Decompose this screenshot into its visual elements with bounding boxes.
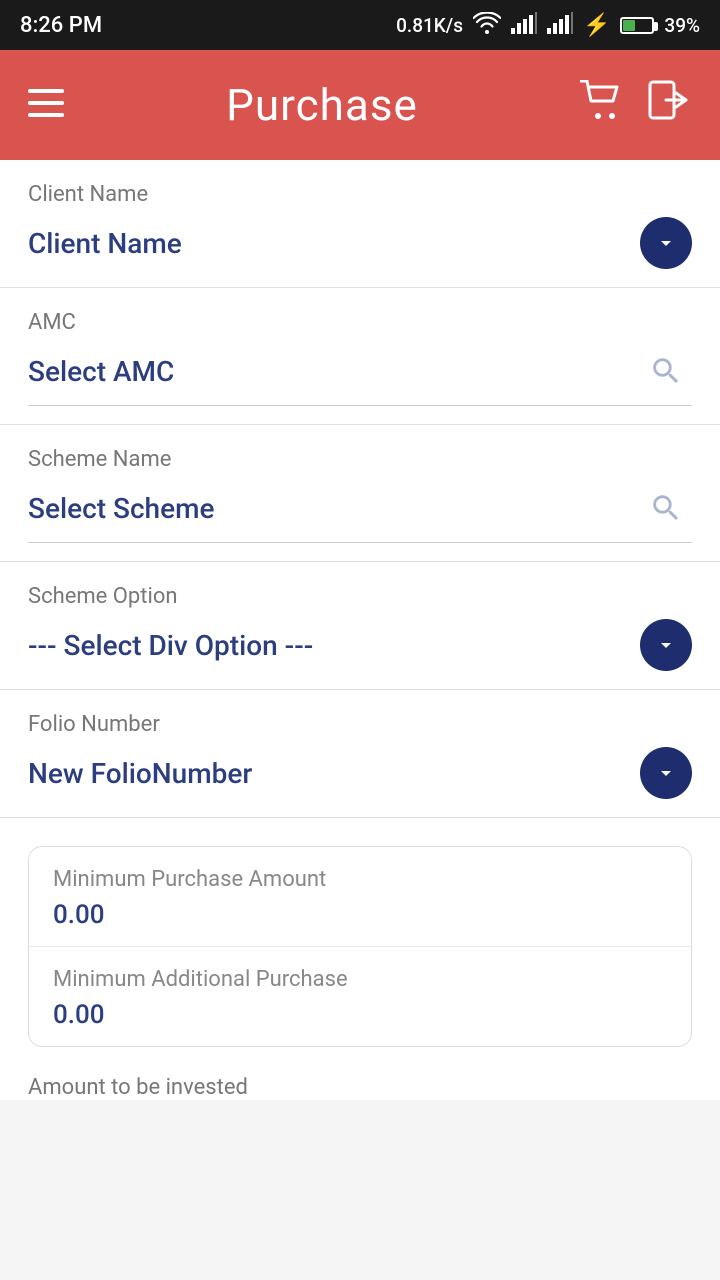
client-name-dropdown[interactable] <box>640 217 692 269</box>
folio-number-dropdown[interactable] <box>640 747 692 799</box>
scheme-option-dropdown[interactable] <box>640 619 692 671</box>
battery-indicator <box>620 17 654 34</box>
scheme-search-icon[interactable] <box>640 482 692 534</box>
status-bar: 8:26 PM 0.81K/s <box>0 0 720 50</box>
page-title: Purchase <box>226 79 418 131</box>
amc-placeholder[interactable]: Select AMC <box>28 355 174 388</box>
amc-search-icon[interactable] <box>640 345 692 397</box>
folio-number-row: New FolioNumber <box>28 747 692 799</box>
min-purchase-row: Minimum Purchase Amount 0.00 <box>29 847 691 947</box>
nav-icons <box>580 80 692 130</box>
client-name-value: Client Name <box>28 227 182 260</box>
scheme-option-label: Scheme Option <box>28 584 692 609</box>
amount-label: Amount to be invested <box>28 1075 692 1100</box>
form-content: Client Name Client Name AMC Select AMC S… <box>0 160 720 1100</box>
status-left: 8:26 PM <box>20 13 102 38</box>
client-name-label: Client Name <box>28 182 692 207</box>
scheme-option-row: --- Select Div Option --- <box>28 619 692 671</box>
time-display: 8:26 PM <box>20 13 102 38</box>
folio-number-field: Folio Number New FolioNumber <box>0 690 720 818</box>
min-additional-value: 0.00 <box>53 1000 667 1030</box>
status-right: 0.81K/s <box>396 12 700 39</box>
battery-percent: 39% <box>664 14 700 37</box>
min-purchase-value: 0.00 <box>53 900 667 930</box>
scheme-option-field: Scheme Option --- Select Div Option --- <box>0 562 720 690</box>
cart-icon[interactable] <box>580 80 624 130</box>
amount-section: Amount to be invested <box>0 1047 720 1100</box>
client-name-field: Client Name Client Name <box>0 160 720 288</box>
signal-icon-1 <box>511 12 537 39</box>
amc-label: AMC <box>28 310 692 335</box>
signal-icon-2 <box>547 12 573 39</box>
nav-bar: Purchase <box>0 50 720 160</box>
scheme-name-row: Select Scheme <box>28 482 692 543</box>
scheme-name-field: Scheme Name Select Scheme <box>0 425 720 562</box>
scheme-name-placeholder[interactable]: Select Scheme <box>28 492 215 525</box>
amc-field: AMC Select AMC <box>0 288 720 425</box>
wifi-icon <box>473 12 501 39</box>
min-additional-row: Minimum Additional Purchase 0.00 <box>29 947 691 1046</box>
info-card: Minimum Purchase Amount 0.00 Minimum Add… <box>28 846 692 1047</box>
menu-icon[interactable] <box>28 84 64 126</box>
network-speed: 0.81K/s <box>396 14 463 37</box>
folio-number-label: Folio Number <box>28 712 692 737</box>
client-name-row: Client Name <box>28 217 692 269</box>
folio-number-value: New FolioNumber <box>28 757 252 790</box>
logout-icon[interactable] <box>648 80 692 130</box>
scheme-option-value: --- Select Div Option --- <box>28 629 313 662</box>
scheme-name-label: Scheme Name <box>28 447 692 472</box>
min-additional-label: Minimum Additional Purchase <box>53 967 667 992</box>
amc-row: Select AMC <box>28 345 692 406</box>
min-purchase-label: Minimum Purchase Amount <box>53 867 667 892</box>
charging-icon: ⚡ <box>583 13 610 38</box>
